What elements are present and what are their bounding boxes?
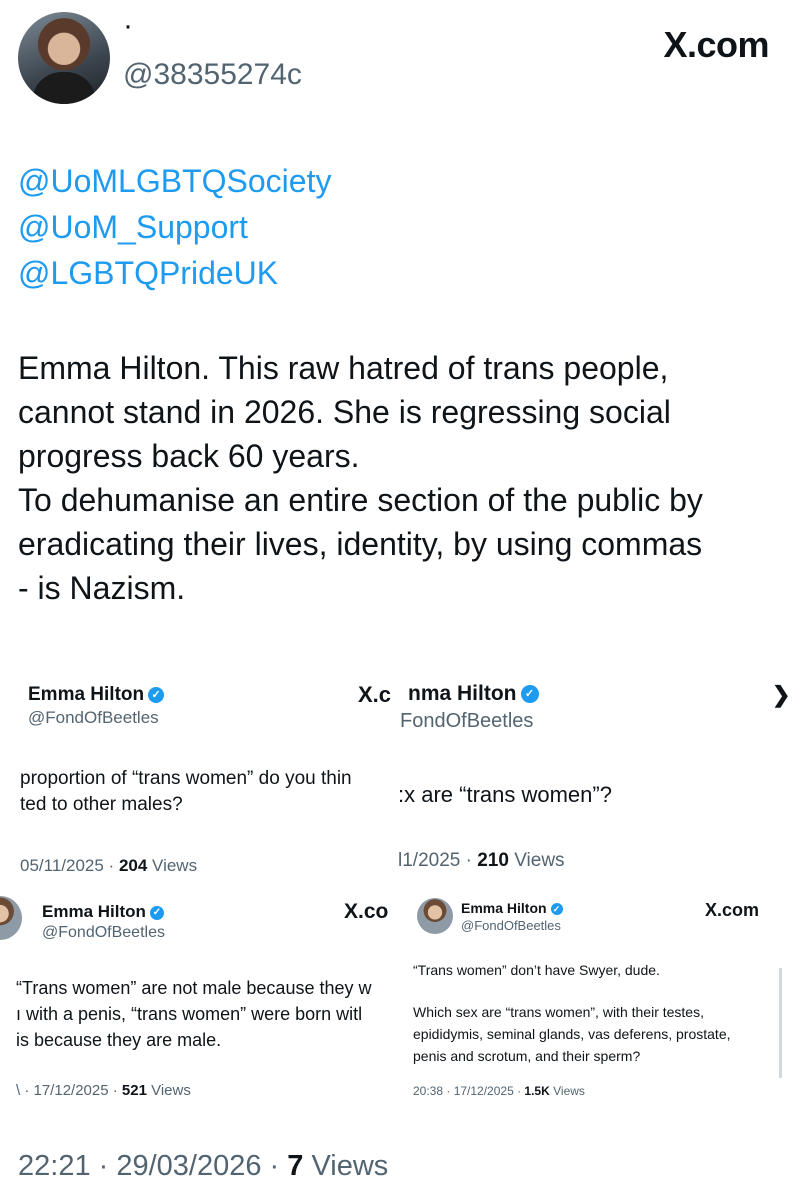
tweet-line: - is Nazism.	[18, 570, 186, 606]
author-name: Emma Hilton	[42, 902, 146, 921]
tweet-line: progress back 60 years.	[18, 438, 360, 474]
views-label: Views	[146, 1082, 191, 1099]
views-count: 7	[287, 1150, 304, 1182]
author-handle: @FondOfBeetles	[28, 708, 159, 727]
embedded-screenshots[interactable]: Emma Hilton ✓ @FondOfBeetles X.c proporti…	[0, 660, 801, 1100]
embedded-text: is because they are male.	[16, 1030, 222, 1050]
views-count: 521	[121, 1082, 147, 1099]
embedded-text: ı with a penis, “trans women” were born …	[16, 1004, 363, 1024]
embedded-author: Emma Hilton ✓	[461, 900, 563, 916]
embedded-meta: \ · 17/12/2025 · 521 Views	[16, 1082, 191, 1099]
views-label: Views	[147, 856, 198, 875]
author-name: nma Hilton	[408, 682, 517, 705]
chevron-right-icon[interactable]: ❯	[772, 682, 790, 708]
embedded-tweet-card[interactable]: Emma Hilton ✓ @FondOfBeetles X.c proporti…	[0, 660, 398, 885]
views-label: Views	[549, 1084, 585, 1098]
views-count: 210	[477, 850, 509, 871]
mentions: @UoMLGBTQSociety @UoM_Support @LGBTQPrid…	[18, 158, 331, 296]
tweet-text: Emma Hilton. This raw hatred of trans pe…	[18, 346, 788, 610]
embedded-text: Which sex are “trans women”, with their …	[413, 1004, 704, 1020]
embedded-meta: l1/2025 · 210 Views	[398, 850, 565, 872]
embedded-date: 05/11/2025 ·	[20, 856, 119, 875]
views-label: Views	[508, 850, 565, 871]
embedded-author: Emma Hilton ✓	[28, 684, 165, 706]
embedded-tweet-card[interactable]: Emma Hilton ✓ @FondOfBeetles X.co “Trans …	[0, 888, 400, 1100]
views-label: Views	[303, 1150, 389, 1182]
verified-badge-icon: ✓	[149, 905, 164, 920]
embedded-text: :x are “trans women”?	[398, 782, 612, 807]
embedded-text: epididymis, seminal glands, vas deferens…	[413, 1026, 731, 1042]
x-logo: X.com	[705, 900, 760, 920]
embedded-text: penis and scrotum, and their sperm?	[413, 1048, 641, 1064]
x-logo: X.co	[344, 900, 389, 923]
embedded-text: proportion of “trans women” do you thin	[20, 768, 352, 789]
mention-link[interactable]: @UoM_Support	[18, 204, 331, 250]
tweet-line: eradicating their lives, identity, by us…	[18, 526, 703, 562]
author-avatar	[417, 898, 453, 934]
author-name: Emma Hilton	[28, 684, 145, 705]
embedded-author: nma Hilton ✓	[408, 682, 539, 706]
embedded-text: ted to other males?	[20, 794, 183, 815]
author-handle: @FondOfBeetles	[461, 918, 561, 933]
tweet-line: Emma Hilton. This raw hatred of trans pe…	[18, 350, 669, 386]
embedded-author: Emma Hilton ✓	[42, 902, 164, 922]
embedded-text: “Trans women” don’t have Swyer, dude.	[413, 962, 660, 978]
author-name: Emma Hilton	[461, 900, 547, 916]
x-logo: X.c	[358, 682, 392, 707]
scrollbar[interactable]	[779, 968, 782, 1078]
embedded-date: l1/2025 ·	[398, 850, 478, 871]
embedded-meta: 20:38 · 17/12/2025 · 1.5K Views	[413, 1084, 585, 1098]
display-name[interactable]: ·	[123, 11, 133, 41]
author-handle: FondOfBeetles	[400, 710, 534, 732]
embedded-tweet-card[interactable]: nma Hilton ✓ FondOfBeetles ❯ :x are “tran…	[398, 660, 801, 885]
embedded-date: \ · 17/12/2025 ·	[16, 1082, 122, 1099]
embedded-date: 20:38 · 17/12/2025 ·	[413, 1084, 525, 1098]
embedded-tweet-card[interactable]: Emma Hilton ✓ @FondOfBeetles X.com “Trans…	[405, 888, 787, 1100]
mention-link[interactable]: @UoMLGBTQSociety	[18, 158, 331, 204]
embedded-meta: 05/11/2025 · 204 Views	[20, 856, 197, 876]
tweet-line: cannot stand in 2026. She is regressing …	[18, 394, 671, 430]
author-avatar	[0, 896, 22, 940]
x-logo: X.com	[663, 24, 769, 65]
views-count: 1.5K	[524, 1084, 550, 1098]
mention-link[interactable]: @LGBTQPrideUK	[18, 250, 331, 296]
verified-badge-icon: ✓	[520, 685, 539, 704]
user-handle[interactable]: @38355274c	[123, 58, 302, 92]
views-count: 204	[118, 856, 148, 875]
tweet-meta: 22:21 · 29/03/2026 · 7 Views	[18, 1150, 388, 1183]
avatar[interactable]	[18, 12, 110, 104]
embedded-text: “Trans women” are not male because they …	[16, 978, 372, 998]
author-handle: @FondOfBeetles	[42, 924, 165, 941]
tweet-line: To dehumanise an entire section of the p…	[18, 482, 703, 518]
verified-badge-icon: ✓	[550, 903, 563, 916]
verified-badge-icon: ✓	[148, 686, 165, 703]
tweet-timestamp[interactable]: 22:21 · 29/03/2026 ·	[18, 1150, 287, 1182]
